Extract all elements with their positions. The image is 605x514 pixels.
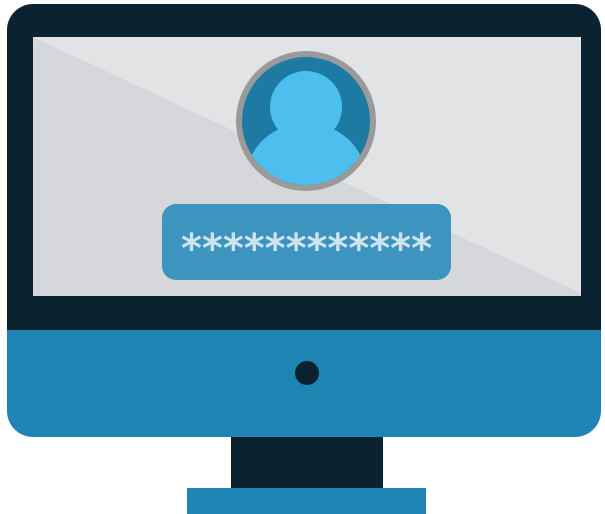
monitor-stand-neck <box>231 437 383 489</box>
monitor: ************ <box>7 4 601 437</box>
monitor-stand-base <box>187 488 426 514</box>
password-input[interactable]: ************ <box>162 204 451 280</box>
monitor-screen: ************ <box>33 37 581 296</box>
computer-login-illustration: ************ <box>0 0 605 514</box>
power-indicator-icon <box>295 361 319 385</box>
user-avatar-icon <box>234 49 378 193</box>
password-mask-text: ************ <box>180 226 432 272</box>
